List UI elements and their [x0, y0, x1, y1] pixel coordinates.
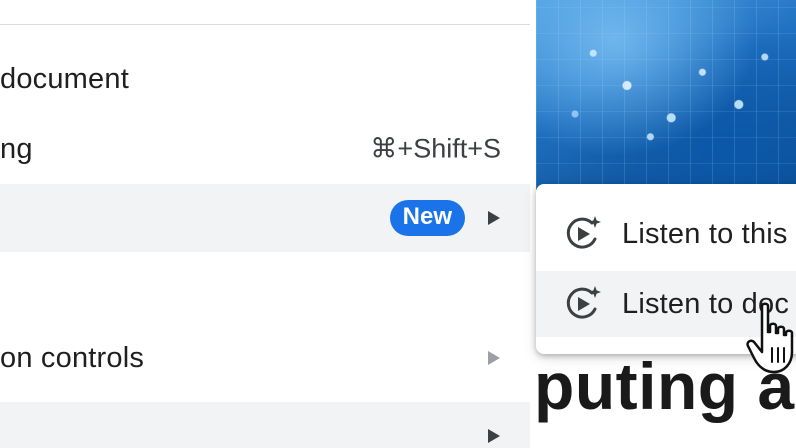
hand-pointer-cursor-icon [746, 302, 794, 374]
submenu-item-listen-this[interactable]: Listen to this [536, 201, 796, 267]
dropdown-menu: document ng ⌘+Shift+S New on controls [0, 0, 536, 448]
submenu-item-label: Listen to this [622, 217, 788, 250]
menu-item-controls[interactable]: on controls [0, 324, 530, 392]
submenu-arrow-icon [488, 429, 500, 443]
document-hero-image [536, 0, 796, 190]
menu-divider [0, 24, 530, 25]
menu-item-audio[interactable]: New [0, 184, 530, 252]
menu-item-label: on controls [0, 341, 145, 374]
menu-item-shortcut[interactable]: ng ⌘+Shift+S [0, 115, 530, 183]
menu-item-label: ng [0, 132, 33, 165]
image-grid-overlay [536, 0, 796, 190]
play-sparkle-icon [566, 216, 601, 249]
play-sparkle-icon [566, 286, 601, 319]
menu-item-document[interactable]: document [0, 45, 530, 113]
submenu-arrow-icon [488, 211, 500, 225]
keyboard-shortcut: ⌘+Shift+S [370, 133, 501, 164]
new-badge: New [389, 200, 465, 236]
menu-item-label: document [0, 62, 129, 95]
submenu-arrow-icon [488, 351, 500, 365]
menu-item-blank[interactable] [0, 253, 530, 321]
menu-item-bottom[interactable] [0, 402, 530, 448]
